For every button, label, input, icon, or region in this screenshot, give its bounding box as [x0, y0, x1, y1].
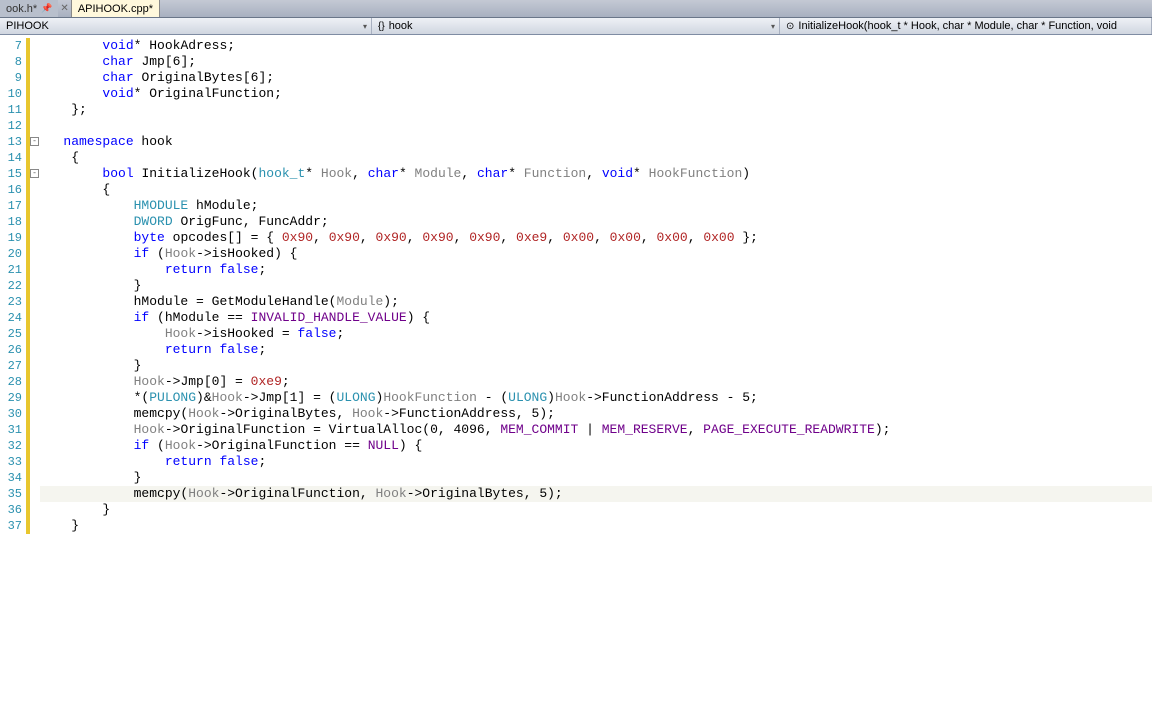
code-editor[interactable]: 7891011121314151617181920212223242526272… [0, 35, 1152, 720]
code-line[interactable]: void* OriginalFunction; [40, 86, 1152, 102]
code-line[interactable]: *(PULONG)&Hook->Jmp[1] = (ULONG)HookFunc… [40, 390, 1152, 406]
code-line[interactable]: if (Hook->OriginalFunction == NULL) { [40, 438, 1152, 454]
code-line[interactable]: } [40, 470, 1152, 486]
code-line[interactable]: hModule = GetModuleHandle(Module); [40, 294, 1152, 310]
function-dropdown[interactable]: ⊙ InitializeHook(hook_t * Hook, char * M… [780, 18, 1152, 34]
line-number-gutter: 7891011121314151617181920212223242526272… [0, 35, 26, 720]
pin-icon[interactable]: 📌 [41, 3, 52, 14]
tab-label: ook.h* [6, 3, 37, 15]
code-line[interactable]: Hook->OriginalFunction = VirtualAlloc(0,… [40, 422, 1152, 438]
line-number: 17 [0, 198, 22, 214]
line-number: 28 [0, 374, 22, 390]
code-line[interactable]: if (hModule == INVALID_HANDLE_VALUE) { [40, 310, 1152, 326]
line-number: 22 [0, 278, 22, 294]
line-number: 9 [0, 70, 22, 86]
code-line[interactable]: { [40, 150, 1152, 166]
file-tab-active[interactable]: APIHOOK.cpp* [71, 0, 160, 17]
chevron-down-icon: ▾ [771, 22, 775, 31]
scope-label: PIHOOK [6, 20, 49, 32]
code-line[interactable]: return false; [40, 342, 1152, 358]
line-number: 15 [0, 166, 22, 182]
line-number: 16 [0, 182, 22, 198]
code-line[interactable]: memcpy(Hook->OriginalFunction, Hook->Ori… [40, 486, 1152, 502]
line-number: 32 [0, 438, 22, 454]
line-number: 29 [0, 390, 22, 406]
code-line[interactable]: Hook->isHooked = false; [40, 326, 1152, 342]
code-line[interactable] [40, 118, 1152, 134]
code-line[interactable]: bool InitializeHook(hook_t* Hook, char* … [40, 166, 1152, 182]
fold-column: -- [30, 35, 40, 720]
code-line[interactable]: } [40, 502, 1152, 518]
namespace-dropdown[interactable]: {} hook ▾ [372, 18, 780, 34]
line-number: 30 [0, 406, 22, 422]
function-label: InitializeHook(hook_t * Hook, char * Mod… [798, 20, 1117, 32]
line-number: 26 [0, 342, 22, 358]
fold-toggle[interactable]: - [30, 137, 39, 146]
code-line[interactable]: char OriginalBytes[6]; [40, 70, 1152, 86]
line-number: 36 [0, 502, 22, 518]
code-line[interactable]: byte opcodes[] = { 0x90, 0x90, 0x90, 0x9… [40, 230, 1152, 246]
line-number: 25 [0, 326, 22, 342]
code-line[interactable]: char Jmp[6]; [40, 54, 1152, 70]
line-number: 21 [0, 262, 22, 278]
code-line[interactable]: return false; [40, 454, 1152, 470]
line-number: 10 [0, 86, 22, 102]
code-line[interactable]: void* HookAdress; [40, 38, 1152, 54]
code-line[interactable]: return false; [40, 262, 1152, 278]
code-line[interactable]: Hook->Jmp[0] = 0xe9; [40, 374, 1152, 390]
code-line[interactable]: HMODULE hModule; [40, 198, 1152, 214]
tab-label: APIHOOK.cpp* [78, 3, 153, 15]
line-number: 31 [0, 422, 22, 438]
line-number: 13 [0, 134, 22, 150]
namespace-label: hook [389, 20, 413, 32]
line-number: 19 [0, 230, 22, 246]
code-line[interactable]: } [40, 358, 1152, 374]
line-number: 20 [0, 246, 22, 262]
code-line[interactable]: if (Hook->isHooked) { [40, 246, 1152, 262]
line-number: 27 [0, 358, 22, 374]
line-number: 23 [0, 294, 22, 310]
line-number: 11 [0, 102, 22, 118]
line-number: 34 [0, 470, 22, 486]
line-number: 33 [0, 454, 22, 470]
function-icon: ⊙ [786, 21, 794, 32]
code-line[interactable]: }; [40, 102, 1152, 118]
fold-toggle[interactable]: - [30, 169, 39, 178]
line-number: 7 [0, 38, 22, 54]
file-tab-inactive[interactable]: ook.h* 📌 [0, 0, 58, 17]
scope-dropdown[interactable]: PIHOOK ▾ [0, 18, 372, 34]
line-number: 12 [0, 118, 22, 134]
line-number: 37 [0, 518, 22, 534]
code-line[interactable]: } [40, 518, 1152, 534]
navigation-bar: PIHOOK ▾ {} hook ▾ ⊙ InitializeHook(hook… [0, 18, 1152, 35]
line-number: 18 [0, 214, 22, 230]
code-line[interactable]: } [40, 278, 1152, 294]
file-tabs-bar: ook.h* 📌 ✕ APIHOOK.cpp* [0, 0, 1152, 18]
code-line[interactable]: { [40, 182, 1152, 198]
code-line[interactable]: DWORD OrigFunc, FuncAddr; [40, 214, 1152, 230]
line-number: 8 [0, 54, 22, 70]
line-number: 35 [0, 486, 22, 502]
line-number: 24 [0, 310, 22, 326]
code-line[interactable]: namespace hook [40, 134, 1152, 150]
chevron-down-icon: ▾ [363, 22, 367, 31]
close-icon[interactable]: ✕ [58, 3, 70, 14]
line-number: 14 [0, 150, 22, 166]
code-area[interactable]: void* HookAdress; char Jmp[6]; char Orig… [40, 35, 1152, 720]
code-line[interactable]: memcpy(Hook->OriginalBytes, Hook->Functi… [40, 406, 1152, 422]
namespace-icon: {} [378, 21, 385, 32]
